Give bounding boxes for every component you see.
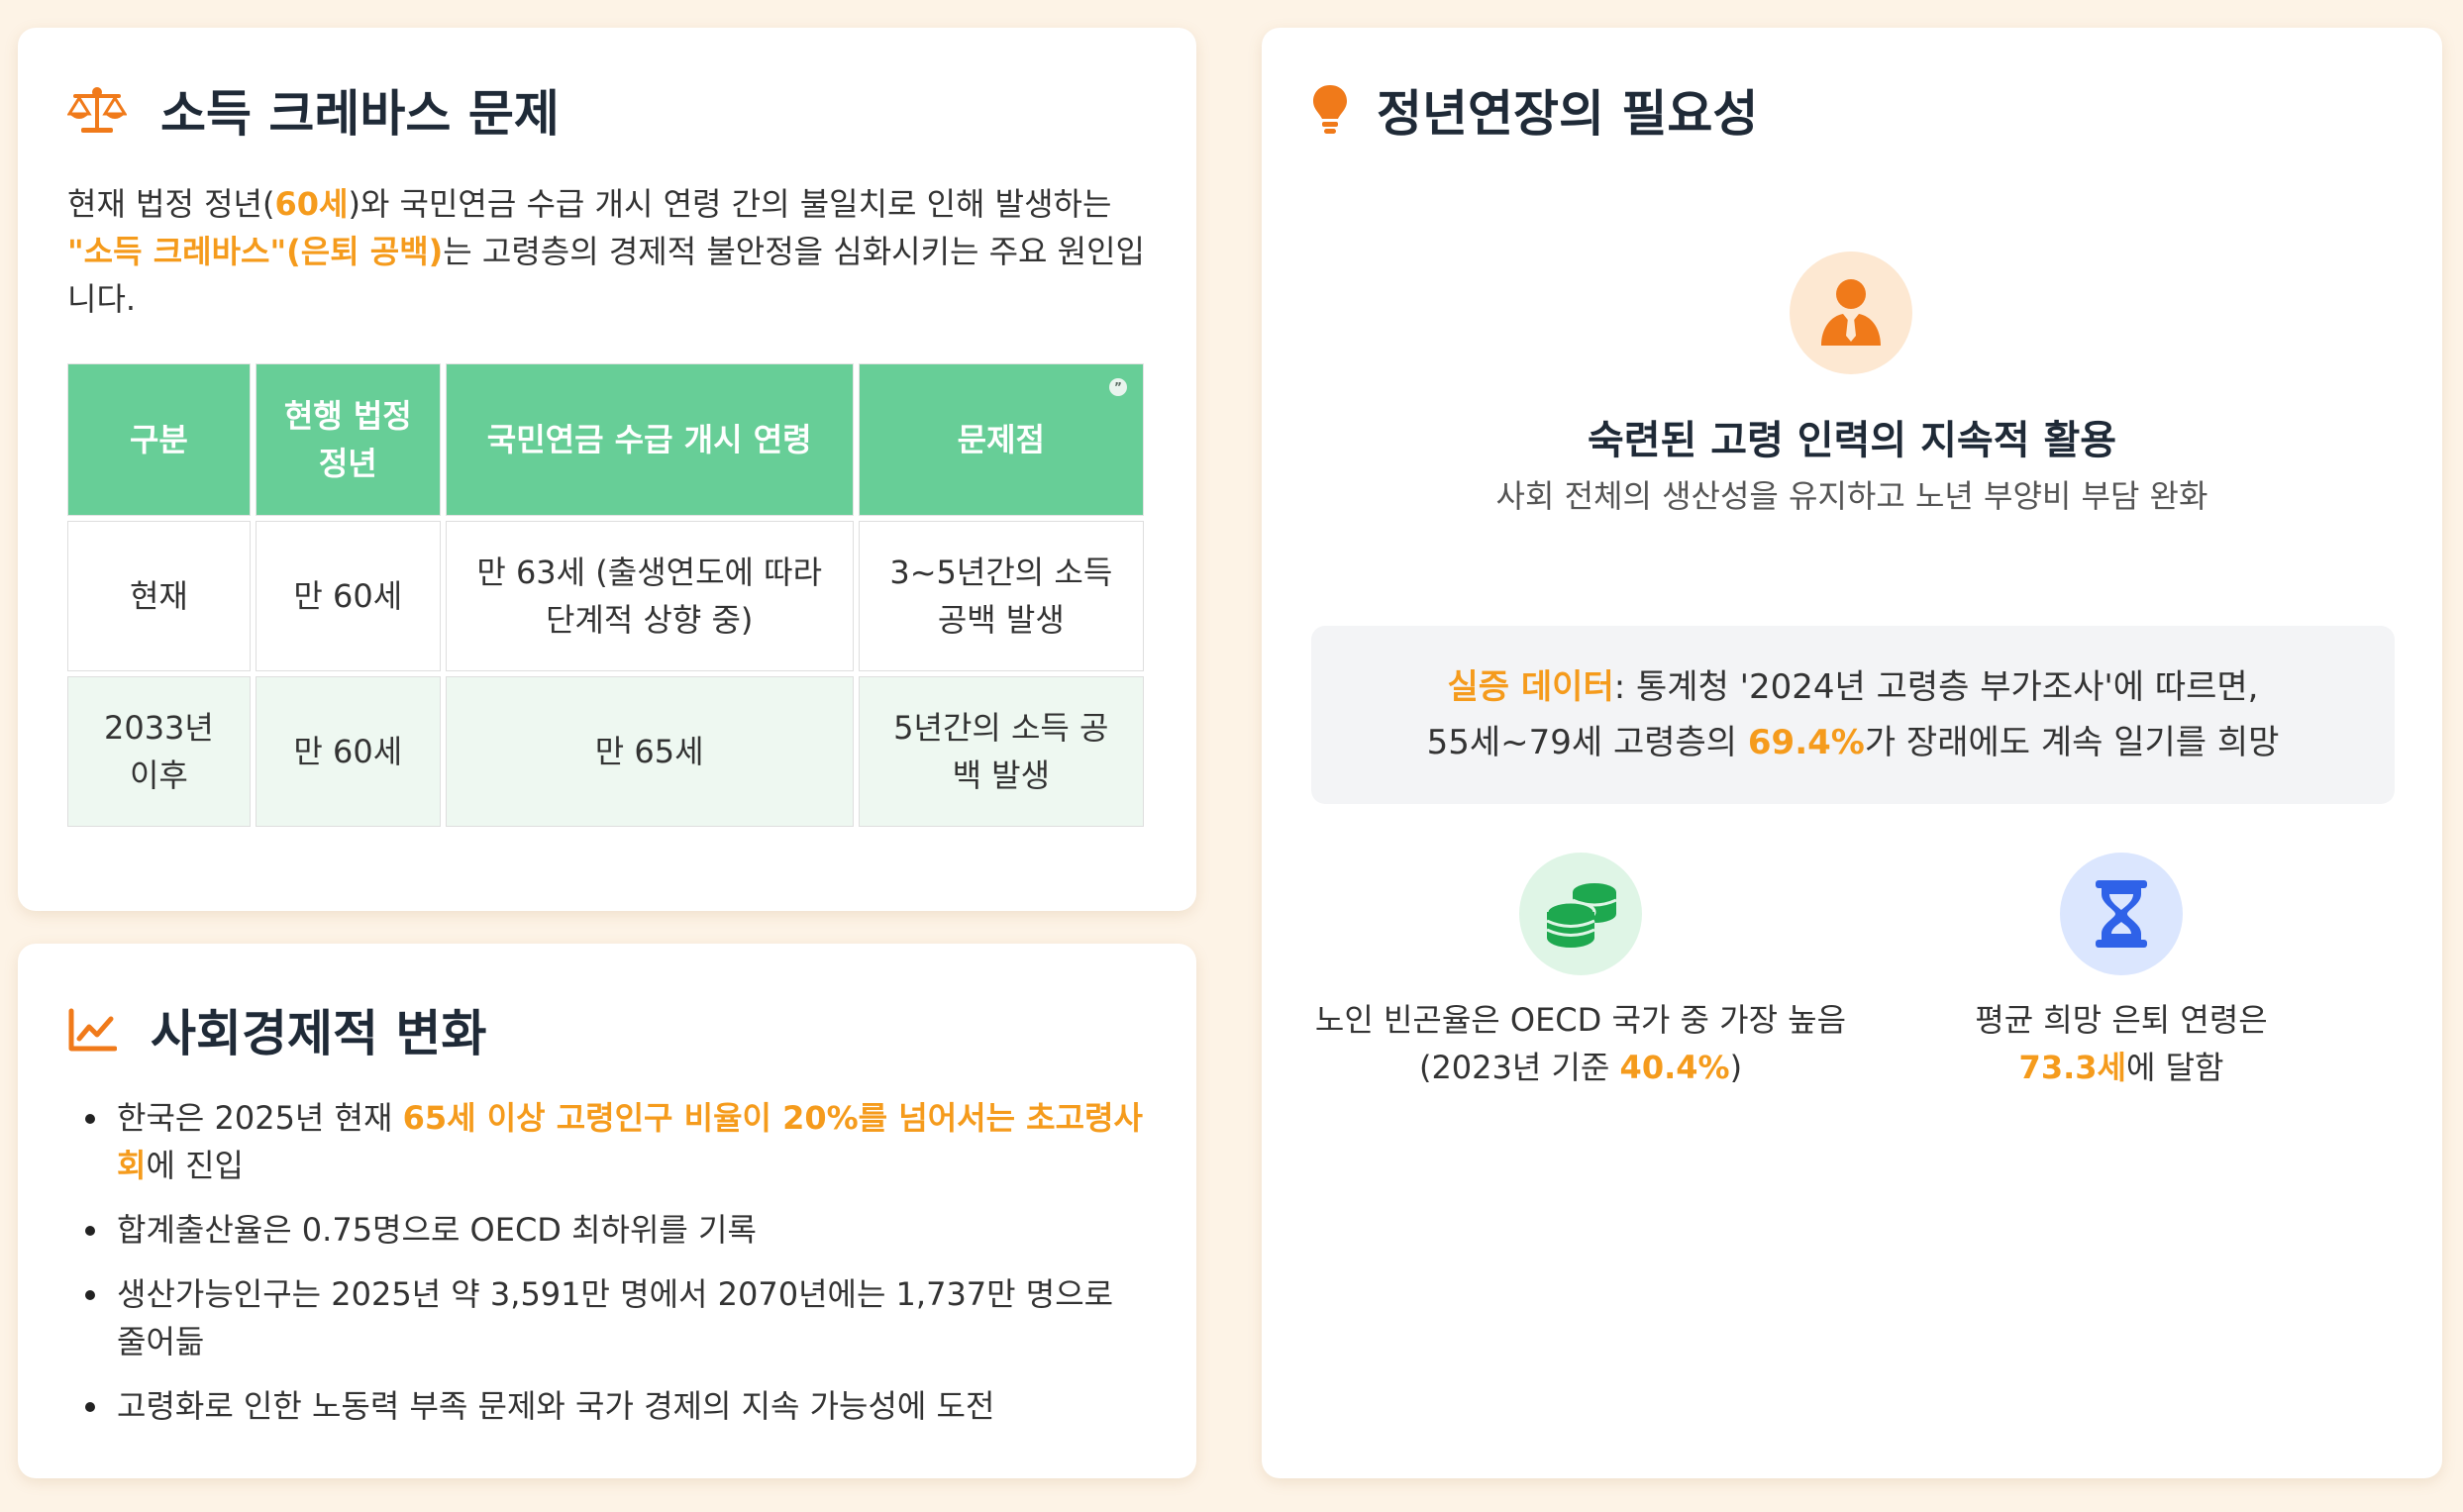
- poverty-stat-line: 노인 빈곤율은 OECD 국가 중 가장 높음: [1314, 1001, 1847, 1039]
- social-change-list: 한국은 2025년 현재 65세 이상 고령인구 비율이 20%를 넘어서는 초…: [67, 1094, 1147, 1430]
- retire-stat-line: 평균 희망 은퇴 연령은: [1975, 1001, 2268, 1039]
- table-cell: 2033년 이후: [67, 676, 251, 827]
- table-header: 현행 법정 정년: [255, 363, 441, 516]
- quote-icon: ”: [1109, 378, 1127, 396]
- retirement-need-card: 정년연장의 필요성 숙련된 고령 인력의 지속적 활용 사회 전체의 생산성을 …: [1262, 28, 2442, 1478]
- poverty-stat: 노인 빈곤율은 OECD 국가 중 가장 높음 (2023년 기준 40.4%): [1303, 996, 1858, 1091]
- table-cell: 3~5년간의 소득 공백 발생: [858, 521, 1144, 671]
- labor-subtext: 사회 전체의 생산성을 유지하고 노년 부양비 부담 완화: [1495, 477, 2208, 515]
- income-gap-header: 소득 크레바스 문제: [67, 75, 1143, 145]
- survey-highlight: 69.4%: [1747, 723, 1865, 762]
- intro-text: )와 국민연금 수급 개시 연령 간의 불일치로 인해 발생하는: [348, 185, 1112, 223]
- survey-label: 실증 데이터: [1447, 667, 1614, 707]
- person-tie-icon: [1790, 252, 1912, 374]
- table-row: 2033년 이후 만 60세 만 65세 5년간의 소득 공백 발생: [67, 676, 1144, 827]
- income-gap-title: 소득 크레바스 문제: [160, 85, 560, 143]
- social-change-title: 사회경제적 변화: [151, 1005, 487, 1062]
- retire-highlight: 73.3세: [2018, 1049, 2126, 1086]
- lightbulb-icon: [1311, 83, 1349, 137]
- table-cell: 만 63세 (출생연도에 따라 단계적 상향 중): [445, 521, 854, 671]
- table-row: 현재 만 60세 만 63세 (출생연도에 따라 단계적 상향 중) 3~5년간…: [67, 521, 1144, 671]
- poverty-stat-line: (2023년 기준 40.4%): [1418, 1049, 1743, 1086]
- survey-line-1: 실증 데이터: 통계청 '2024년 고령층 부가조사'에 따르면,: [1447, 667, 2259, 707]
- intro-highlight-age: 60세: [274, 185, 349, 223]
- list-item: 고령화로 인한 노동력 부족 문제와 국가 경제의 지속 가능성에 도전: [67, 1382, 1147, 1430]
- table-cell: 만 60세: [255, 676, 441, 827]
- survey-line-2: 55세~79세 고령층의 69.4%가 장래에도 계속 일기를 희망: [1426, 723, 2280, 762]
- income-gap-card: 소득 크레바스 문제 현재 법정 정년(60세)와 국민연금 수급 개시 연령 …: [18, 28, 1196, 911]
- intro-highlight-crevasse: "소득 크레바스"(은퇴 공백): [67, 233, 444, 270]
- survey-data-box: 실증 데이터: 통계청 '2024년 고령층 부가조사'에 따르면, 55세~7…: [1311, 626, 2395, 804]
- table-cell: 만 65세: [445, 676, 854, 827]
- labor-heading: 숙련된 고령 인력의 지속적 활용: [1587, 418, 2117, 463]
- table-cell: 현재: [67, 521, 251, 671]
- chart-line-icon: [67, 1007, 117, 1053]
- income-gap-table: 구분 현행 법정 정년 국민연금 수급 개시 연령 문제점” 현재 만 60세 …: [62, 358, 1149, 832]
- list-item: 합계출산율은 0.75명으로 OECD 최하위를 기록: [67, 1206, 1147, 1254]
- table-header: 문제점”: [858, 363, 1144, 516]
- table-cell: 만 60세: [255, 521, 441, 671]
- income-gap-intro: 현재 법정 정년(60세)와 국민연금 수급 개시 연령 간의 불일치로 인해 …: [67, 180, 1157, 323]
- table-header: 구분: [67, 363, 251, 516]
- scale-icon: [67, 86, 127, 134]
- list-item: 한국은 2025년 현재 65세 이상 고령인구 비율이 20%를 넘어서는 초…: [67, 1094, 1147, 1189]
- poverty-highlight: 40.4%: [1619, 1049, 1730, 1086]
- coins-icon: [1519, 853, 1642, 975]
- retirement-need-title: 정년연장의 필요성: [1377, 85, 1759, 143]
- table-cell: 5년간의 소득 공백 발생: [858, 676, 1144, 827]
- table-header: 국민연금 수급 개시 연령: [445, 363, 854, 516]
- retirement-need-header: 정년연장의 필요성: [1311, 75, 1758, 145]
- social-change-header: 사회경제적 변화: [67, 995, 1143, 1064]
- social-change-card: 사회경제적 변화 한국은 2025년 현재 65세 이상 고령인구 비율이 20…: [18, 944, 1196, 1478]
- retire-stat-line: 73.3세에 달함: [2018, 1049, 2224, 1086]
- list-item: 생산가능인구는 2025년 약 3,591만 명에서 2070년에는 1,737…: [67, 1270, 1147, 1365]
- retire-age-stat: 평균 희망 은퇴 연령은 73.3세에 달함: [1844, 996, 2399, 1091]
- intro-text: 현재 법정 정년(: [67, 185, 275, 223]
- hourglass-icon: [2060, 853, 2183, 975]
